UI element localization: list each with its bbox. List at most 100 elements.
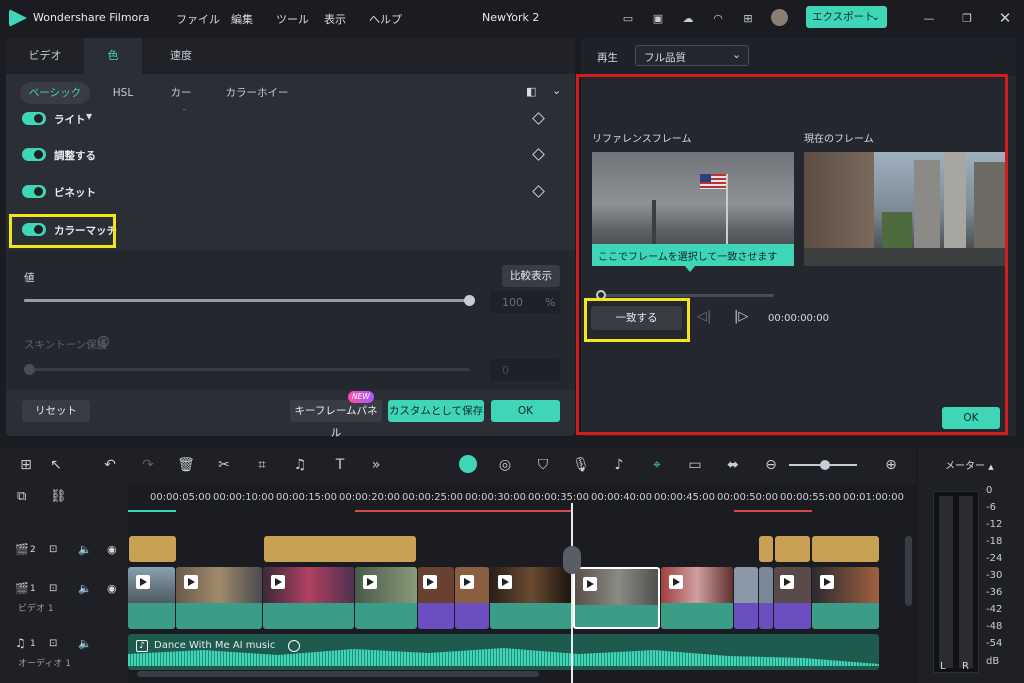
photo-clip[interactable] [759,567,773,629]
reset-button[interactable]: リセット [22,400,90,422]
headset-icon[interactable]: ◠ [709,9,727,27]
restore-icon[interactable]: ❐ [958,9,976,27]
ruler[interactable]: 00:00:05:00 00:00:10:00 00:00:15:00 00:0… [128,483,916,513]
delete-icon[interactable]: 🗑 [177,456,195,474]
quality-select[interactable]: フル品質 ⌄ [635,45,749,66]
menu-help[interactable]: ヘルプ [369,11,402,27]
audio-icon[interactable]: ♫ [291,456,309,474]
video-clip[interactable] [490,567,572,629]
effect-clip[interactable] [129,536,176,562]
fit-icon[interactable]: ⬌ [724,456,742,474]
layout-icon[interactable]: ▭ [619,9,637,27]
zoom-slider-knob[interactable] [820,460,830,470]
playhead-handle[interactable] [563,546,581,574]
scissors-icon[interactable]: ✂ [215,456,233,474]
speaker-icon[interactable]: 🔈 [78,582,92,595]
snap-icon[interactable]: ⌖ [648,456,666,474]
help-icon[interactable]: ? [98,336,109,347]
audio-clip[interactable]: ♪ Dance With Me AI music [128,634,879,670]
video-clip[interactable] [661,567,733,629]
select-cursor-icon[interactable]: ↖ [47,456,65,474]
video-clip[interactable] [176,567,262,629]
dropdown-caret-icon[interactable]: ▼ [86,112,92,121]
ai-assistant-icon[interactable] [459,455,477,473]
undo-icon[interactable]: ↶ [101,456,119,474]
link-icon[interactable]: ⛓ [50,489,67,504]
eye-icon[interactable]: ◉ [107,582,117,595]
row-adjust: 調整する [6,136,575,174]
compare-view-icon[interactable]: ◧ [526,85,536,98]
horizontal-scrollbar[interactable] [137,671,539,677]
minimize-icon[interactable]: — [920,9,938,27]
crop-icon[interactable]: ⌗ [253,456,271,474]
meter-title[interactable]: メーター ▲ [945,457,994,472]
menu-tools[interactable]: ツール [276,11,309,27]
timeline[interactable]: 00:00:05:00 00:00:10:00 00:00:15:00 00:0… [0,483,916,683]
toggle-adjust[interactable] [22,148,46,161]
video-clip[interactable] [128,567,175,629]
highlight-red-box [576,74,1008,435]
add-track-icon[interactable]: ⧉ [17,489,26,504]
video-clip[interactable] [263,567,354,629]
toggle-vignette[interactable] [22,185,46,198]
toggle-light[interactable] [22,112,46,125]
speaker-icon[interactable]: 🔈 [78,637,92,650]
tab-color[interactable]: 色 [84,38,142,74]
cloud-upload-icon[interactable]: ☁ [679,9,697,27]
lock-icon[interactable]: ⊡ [49,638,57,649]
export-button[interactable]: エクスポート ⌄ [806,6,887,28]
value-slider-knob[interactable] [464,295,475,306]
tab-speed[interactable]: 速度 [146,38,216,74]
zoom-out-icon[interactable]: ⊖ [762,456,780,474]
lock-icon[interactable]: ⊡ [49,583,57,594]
effect-clip[interactable] [264,536,416,562]
effect-clip[interactable] [812,536,879,562]
zoom-in-icon[interactable]: ⊕ [882,456,900,474]
lock-icon[interactable]: ⊡ [49,544,57,555]
close-icon[interactable]: ✕ [996,9,1014,27]
audio-track-icon: ♫ [15,636,26,650]
video-clip-selected[interactable] [573,567,660,629]
photo-clip[interactable] [774,567,811,629]
photo-clip[interactable] [734,567,758,629]
microphone-icon[interactable]: 🎙 [572,456,590,474]
effect-clip[interactable] [775,536,810,562]
tab-video[interactable]: ビデオ [6,38,84,74]
save-icon[interactable]: ▣ [649,9,667,27]
apps-grid-icon[interactable]: ⊞ [739,9,757,27]
marker-icon[interactable]: ⛉ [534,456,552,474]
zoom-slider-track[interactable] [789,460,857,470]
meter-right-label: R [962,661,969,672]
photo-clip[interactable] [418,567,454,629]
save-custom-button[interactable]: カスタムとして保存 [388,400,484,422]
color-panel: ビデオ 色 速度 ベーシック HSL カーブ カラーホイール ◧ ⌄ ライト ▼… [6,38,575,439]
menu-file[interactable]: ファイル [176,11,220,27]
compare-button[interactable]: 比較表示 [502,265,560,287]
video-clip[interactable] [812,567,879,629]
keyframe-diamond-icon[interactable] [532,148,545,161]
redo-icon[interactable]: ↷ [139,456,157,474]
playhead[interactable] [571,503,573,683]
keyframe-diamond-icon[interactable] [532,185,545,198]
render-icon[interactable]: ◎ [496,456,514,474]
layout-grid-icon[interactable]: ⊞ [17,456,35,474]
speaker-icon[interactable]: 🔈 [78,543,92,556]
eye-icon[interactable]: ◉ [107,543,117,556]
collapse-chevron-icon[interactable]: ⌄ [552,84,561,97]
avatar[interactable] [771,9,788,26]
photo-clip[interactable] [455,567,489,629]
menu-edit[interactable]: 編集 [231,11,253,27]
keyframe-diamond-icon[interactable] [532,112,545,125]
music-list-icon[interactable]: ♪ [610,456,628,474]
more-icon[interactable]: » [367,456,385,474]
value-slider-track[interactable] [24,295,475,306]
text-icon[interactable]: T [331,456,349,474]
keyframe-panel-button[interactable]: キーフレームパネル [290,400,382,439]
vertical-scrollbar[interactable] [905,536,912,606]
value-input[interactable]: 100 % [490,291,560,313]
video-clip[interactable] [355,567,417,629]
menu-view[interactable]: 表示 [324,11,346,27]
ok-button[interactable]: OK [491,400,560,422]
preview-render-icon[interactable]: ▭ [686,456,704,474]
effect-clip[interactable] [759,536,773,562]
